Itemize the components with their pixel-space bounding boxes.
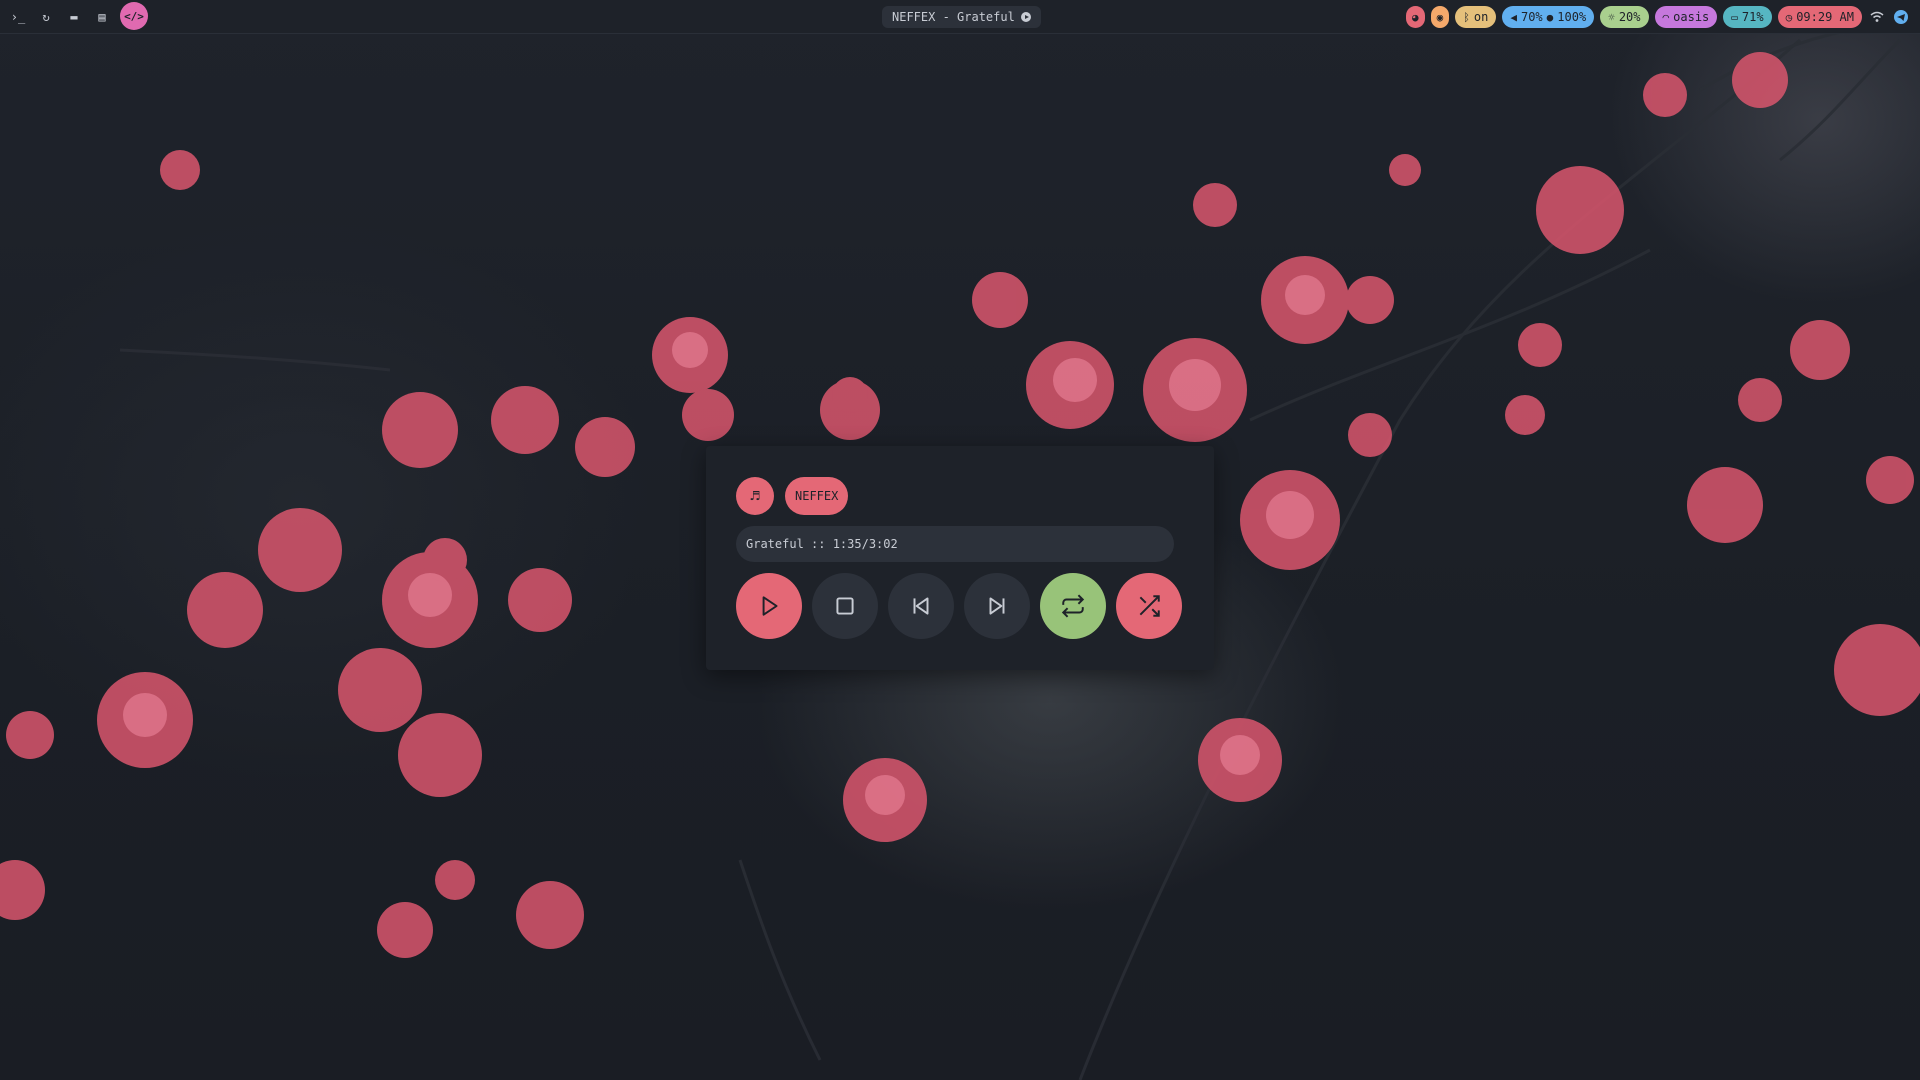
color-picker-module[interactable]: ◕ [1406, 6, 1425, 28]
brightness-module[interactable]: ☼ 20% [1600, 6, 1649, 28]
battery-module[interactable]: ▭ 71% [1723, 6, 1772, 28]
artist-badge: NEFFEX [785, 477, 849, 515]
playback-controls [736, 573, 1182, 639]
next-button[interactable] [964, 573, 1030, 639]
repeat-button[interactable] [1040, 573, 1106, 639]
wifi-tray-icon[interactable] [1868, 8, 1886, 26]
play-circle-icon [1020, 12, 1031, 22]
media-player-widget: ♬ NEFFEX Grateful :: 1:35/3:02 [706, 446, 1214, 670]
mic-level: 100% [1557, 10, 1587, 24]
palette-icon: ◕ [1412, 10, 1419, 24]
terminal-icon[interactable]: ›_ [8, 7, 28, 27]
previous-button[interactable] [888, 573, 954, 639]
document-icon[interactable]: ▤ [92, 7, 112, 27]
repeat-icon [1061, 594, 1085, 618]
volume-icon: ◀ [1510, 10, 1517, 24]
audio-module[interactable]: ◀ 70% ● 100% [1502, 6, 1595, 28]
clock-module[interactable]: ◷ 09:29 AM [1777, 6, 1862, 28]
wifi-icon: ◠ [1662, 10, 1670, 24]
shuffle-icon [1139, 595, 1160, 617]
music-note-icon: ♬ [736, 477, 774, 515]
code-icon[interactable]: </> [120, 2, 148, 30]
skip-forward-icon [989, 597, 1005, 615]
volume-level: 70% [1520, 10, 1543, 24]
brightness-icon: ☼ [1608, 10, 1615, 24]
refresh-icon[interactable]: ↻ [36, 7, 56, 27]
wifi-module[interactable]: ◠ oasis [1654, 6, 1718, 28]
now-playing-indicator[interactable]: NEFFEX - Grateful [882, 6, 1041, 28]
wifi-ssid: oasis [1673, 10, 1710, 24]
now-playing-text: NEFFEX - Grateful [892, 10, 1015, 24]
battery-level: 71% [1741, 10, 1764, 24]
eye-slash-icon: ◉ [1436, 10, 1444, 24]
play-button[interactable] [736, 573, 802, 639]
microphone-icon: ● [1546, 10, 1554, 24]
stop-button[interactable] [812, 573, 878, 639]
bluetooth-module[interactable]: ᛒ on [1455, 6, 1497, 28]
skip-back-icon [913, 597, 929, 615]
clock-icon: ◷ [1785, 10, 1793, 24]
status-modules: ◕ ◉ ᛒ on ◀ 70% ● 100% ☼ 20% ◠ oasis ▭ 71… [1406, 6, 1910, 28]
stop-icon [836, 597, 854, 615]
workspace-launchers: ›_ ↻ ▬ ▤ </> [8, 2, 148, 30]
folder-icon[interactable]: ▬ [64, 7, 84, 27]
battery-icon: ▭ [1731, 10, 1738, 24]
clock-time: 09:29 AM [1796, 10, 1854, 24]
brightness-level: 20% [1618, 10, 1641, 24]
shuffle-button[interactable] [1116, 573, 1182, 639]
eye-module[interactable]: ◉ [1430, 6, 1450, 28]
track-info: Grateful :: 1:35/3:02 [736, 526, 1174, 562]
top-bar: ›_ ↻ ▬ ▤ </> NEFFEX - Grateful ◕ ◉ ᛒ on … [0, 0, 1920, 34]
telegram-tray-icon[interactable] [1892, 8, 1910, 26]
play-icon [762, 596, 778, 616]
bluetooth-icon: ᛒ [1463, 10, 1470, 24]
bluetooth-status: on [1473, 10, 1489, 24]
